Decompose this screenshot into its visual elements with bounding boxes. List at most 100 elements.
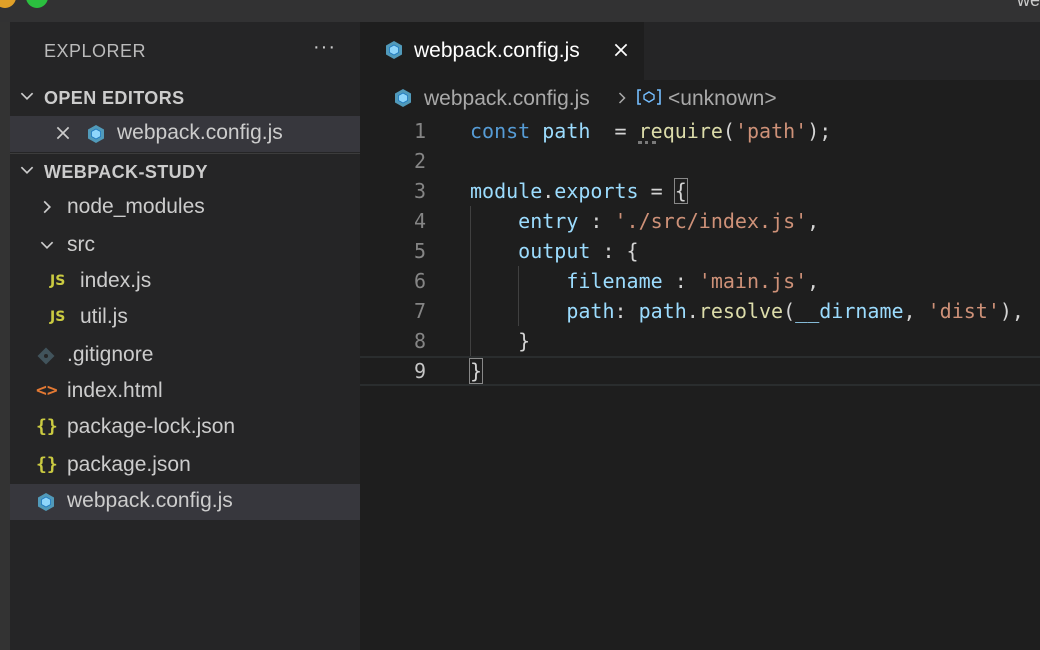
explorer-title: EXPLORER <box>44 41 147 61</box>
code-token: : <box>662 269 699 293</box>
code-hint-underline <box>638 141 656 146</box>
code-text: entry : './src/index.js', <box>470 209 819 233</box>
tree-item-label: webpack.config.js <box>67 489 233 512</box>
code-token: . <box>686 299 699 323</box>
tab-bar: webpack.config.js <box>360 22 1040 80</box>
activity-bar <box>0 22 10 650</box>
code-token: ); <box>807 119 832 143</box>
line-number: 8 <box>413 329 426 353</box>
code-token: const <box>470 119 531 143</box>
close-icon[interactable] <box>612 41 630 59</box>
chevron-down-icon <box>40 241 54 250</box>
vscode-window: we EXPLORER ··· OPEN EDITORS webpack.con… <box>0 0 1040 650</box>
code-token: , <box>807 209 820 233</box>
webpack-icon <box>88 125 104 143</box>
webpack-icon <box>395 89 411 107</box>
tree-item-label: src <box>67 233 95 256</box>
tree-item-label: util.js <box>80 305 128 328</box>
code-editor[interactable]: 1 const path = require('path'); 2 3 module.e… <box>360 116 1040 650</box>
code-token: : <box>614 299 639 323</box>
code-line[interactable]: 9} <box>360 356 1040 386</box>
breadcrumb-file[interactable]: webpack.config.js <box>424 87 590 111</box>
code-line[interactable]: 5 output : { <box>360 236 1040 266</box>
json-file-icon: {} <box>36 416 58 437</box>
code-token: ( <box>722 119 735 143</box>
code-token: filename <box>566 269 663 293</box>
git-icon <box>37 347 55 365</box>
code-token: 'main.js' <box>698 269 808 293</box>
code-line[interactable]: 8 } <box>360 326 1040 356</box>
minimize-window-button[interactable] <box>0 0 16 8</box>
tree-item-gitignore[interactable]: .gitignore <box>10 338 360 374</box>
code-line[interactable]: 6 filename : 'main.js', <box>360 266 1040 296</box>
tree-item-index-js[interactable]: JS index.js <box>10 264 360 300</box>
code-text: const path = require('path'); <box>470 119 831 143</box>
code-text: filename : 'main.js', <box>470 269 819 293</box>
code-text: output : { <box>470 239 638 263</box>
more-actions-button[interactable]: ··· <box>313 36 336 59</box>
code-line[interactable]: 2 <box>360 146 1040 176</box>
code-token: resolve <box>698 299 784 323</box>
tree-item-webpack-config-js[interactable]: webpack.config.js <box>10 484 360 520</box>
line-number: 7 <box>413 299 426 323</box>
html-file-icon: <> <box>36 380 58 401</box>
tab-webpack-config-js[interactable]: webpack.config.js <box>360 22 644 80</box>
code-line[interactable]: 1 const path = require('path'); <box>360 116 1040 146</box>
code-token: , <box>903 299 928 323</box>
code-token: 'path' <box>734 119 808 143</box>
tree-item-package-lock-json[interactable]: {} package-lock.json <box>10 410 360 446</box>
explorer-header: EXPLORER ··· <box>10 22 360 80</box>
tree-item-label: index.html <box>67 379 163 402</box>
tree-item-src[interactable]: src <box>10 228 360 264</box>
code-line[interactable]: 3 module.exports = { <box>360 176 1040 206</box>
open-editor-item[interactable]: webpack.config.js <box>10 116 360 152</box>
chevron-right-icon <box>43 200 52 214</box>
project-folder-label: WEBPACK-STUDY <box>44 162 208 182</box>
code-token: { <box>673 178 688 204</box>
chevron-down-icon <box>20 92 34 101</box>
code-text: path: path.resolve(__dirname, 'dist'), <box>470 299 1024 323</box>
code-text: } <box>468 358 484 384</box>
code-token: path <box>638 299 687 323</box>
chevron-right-icon <box>618 92 626 104</box>
js-file-icon: JS <box>50 309 66 325</box>
line-number: 4 <box>413 209 426 233</box>
code-token: } <box>468 358 484 384</box>
title-bar: we <box>0 0 1040 22</box>
project-folder-header[interactable]: WEBPACK-STUDY <box>10 154 360 190</box>
tree-item-label: index.js <box>80 269 152 292</box>
code-token: './src/index.js' <box>614 209 808 233</box>
code-line[interactable]: 4 entry : './src/index.js', <box>360 206 1040 236</box>
line-number: 5 <box>413 239 426 263</box>
explorer-sidebar: EXPLORER ··· OPEN EDITORS webpack.config… <box>10 22 360 650</box>
maximize-window-button[interactable] <box>26 0 48 8</box>
code-token: path <box>542 119 591 143</box>
code-line[interactable]: 7 path: path.resolve(__dirname, 'dist'), <box>360 296 1040 326</box>
tree-item-package-json[interactable]: {} package.json <box>10 448 360 484</box>
tree-item-label: package-lock.json <box>67 415 236 438</box>
symbol-variable-icon <box>637 89 661 105</box>
code-token: = <box>638 179 675 203</box>
code-token: . <box>542 179 555 203</box>
line-number: 3 <box>413 179 426 203</box>
tree-item-node-modules[interactable]: node_modules <box>10 190 360 226</box>
breadcrumb-symbol[interactable]: <unknown> <box>668 87 777 111</box>
code-token: = <box>590 119 639 143</box>
line-number: 6 <box>413 269 426 293</box>
close-icon[interactable] <box>54 124 72 142</box>
tree-item-label: node_modules <box>67 195 205 218</box>
line-number: 9 <box>413 359 426 383</box>
open-editors-header[interactable]: OPEN EDITORS <box>10 80 360 116</box>
chevron-down-icon <box>20 166 34 175</box>
webpack-icon <box>38 493 54 511</box>
code-token: exports <box>554 179 639 203</box>
tree-item-util-js[interactable]: JS util.js <box>10 300 360 336</box>
code-token: path <box>566 299 615 323</box>
tab-label: webpack.config.js <box>414 39 580 62</box>
code-token: __dirname <box>795 299 904 323</box>
tree-item-index-html[interactable]: <> index.html <box>10 374 360 410</box>
line-number: 1 <box>413 119 426 143</box>
window-title: we <box>1016 0 1040 10</box>
